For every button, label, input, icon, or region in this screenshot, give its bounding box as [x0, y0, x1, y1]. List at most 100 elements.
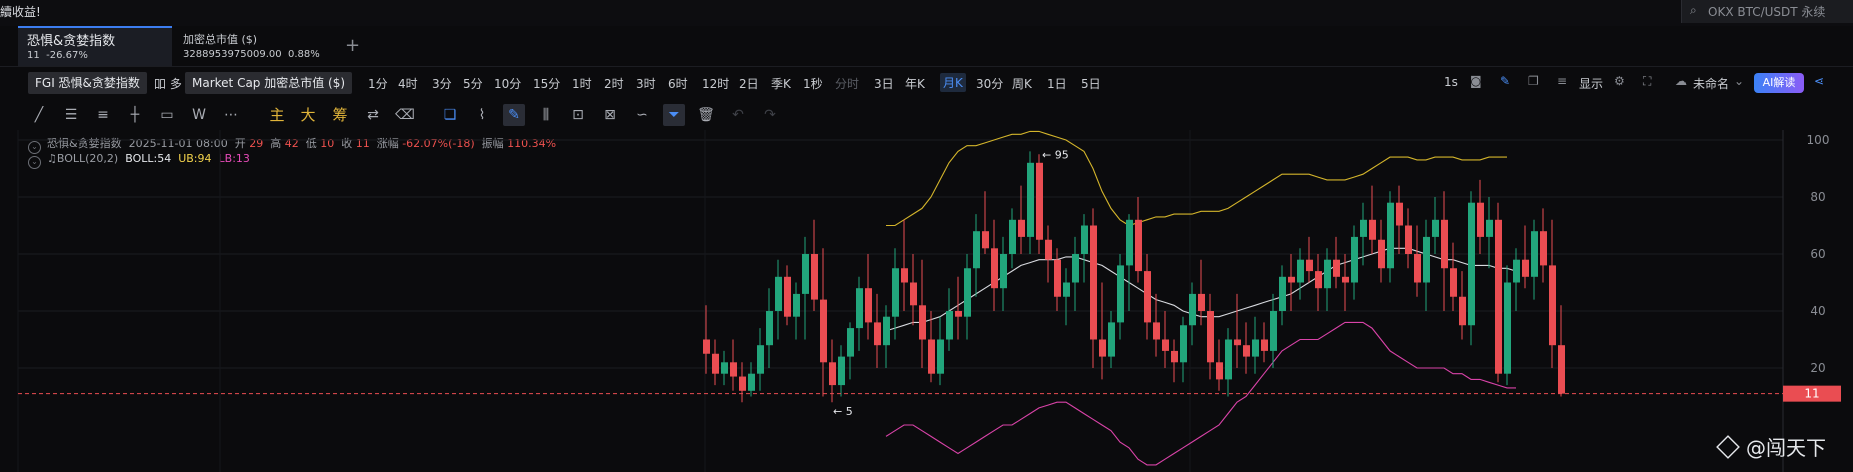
- line-tool-icon[interactable]: ╱: [28, 104, 50, 126]
- candle-body-93: [1540, 231, 1547, 266]
- candle-body-31: [982, 231, 989, 249]
- period-3[interactable]: 5分: [463, 75, 483, 92]
- interval-label[interactable]: 1s: [1444, 75, 1458, 89]
- candle-body-8: [775, 276, 782, 311]
- pen-icon[interactable]: ✎: [1500, 74, 1510, 88]
- tab-fgi[interactable]: 恐惧&贪婪指数 11 -26.67%: [18, 26, 172, 66]
- candle-body-9: [784, 276, 791, 317]
- period-18[interactable]: 30分: [976, 75, 1003, 92]
- period-4[interactable]: 10分: [494, 75, 521, 92]
- candle-body-65: [1288, 276, 1295, 283]
- period-8[interactable]: 3时: [636, 75, 656, 92]
- period-19[interactable]: 周K: [1012, 75, 1032, 92]
- period-6[interactable]: 1时: [572, 75, 592, 92]
- share-icon[interactable]: ⋖: [1814, 74, 1824, 88]
- y-tick-label-4: 40: [1810, 304, 1825, 318]
- eraser-icon[interactable]: ⌫: [394, 104, 416, 126]
- ai-button[interactable]: AI解读: [1754, 73, 1804, 93]
- period-7[interactable]: 2时: [604, 75, 624, 92]
- period-10[interactable]: 12时: [702, 75, 729, 92]
- rect-tool-icon[interactable]: ▭: [156, 104, 178, 126]
- wave-tool-icon[interactable]: W: [188, 104, 210, 126]
- candle-body-48: [1135, 219, 1142, 272]
- period-17[interactable]: 月K: [940, 73, 966, 92]
- magnet-icon[interactable]: ∽: [631, 104, 653, 126]
- cloud-icon: ☁: [1675, 74, 1687, 88]
- candle-body-32: [991, 248, 998, 289]
- candle-body-51: [1162, 339, 1169, 351]
- chip-button[interactable]: 筹: [329, 104, 351, 126]
- period-21[interactable]: 5日: [1081, 75, 1101, 92]
- candle-body-78: [1405, 225, 1412, 254]
- more-tools-icon[interactable]: ⋯: [220, 104, 242, 126]
- period-9[interactable]: 6时: [668, 75, 688, 92]
- tab-market-cap[interactable]: 加密总市值 ($) 3288953975009.00 0.88%: [174, 26, 328, 66]
- period-0[interactable]: 1分: [368, 75, 388, 92]
- camera-icon[interactable]: ◙: [1470, 74, 1482, 88]
- big-order-button[interactable]: 大: [297, 104, 319, 126]
- candle-body-44: [1099, 339, 1106, 357]
- tab-mc-name: 加密总市值 ($): [183, 33, 258, 46]
- candle-body-52: [1171, 350, 1178, 363]
- chevron-down-icon[interactable]: ⌄: [1734, 74, 1744, 88]
- candle-body-50: [1153, 322, 1160, 340]
- period-2[interactable]: 3分: [432, 75, 452, 92]
- candle-body-88: [1495, 219, 1502, 374]
- candle-body-49: [1144, 271, 1151, 323]
- candle-body-35: [1018, 219, 1025, 237]
- copy-icon[interactable]: ❏: [439, 104, 461, 126]
- candle-body-55: [1198, 293, 1205, 311]
- period-11[interactable]: 2日: [739, 75, 759, 92]
- channel-tool-icon[interactable]: ≡: [92, 104, 114, 126]
- candle-body-23: [910, 282, 917, 306]
- candle-body-63: [1270, 311, 1277, 351]
- candle-icon[interactable]: ⫼: [535, 104, 557, 126]
- period-15[interactable]: 3日: [874, 75, 894, 92]
- candle-body-71: [1342, 276, 1349, 283]
- candle-body-2: [721, 362, 728, 374]
- candle-body-41: [1072, 254, 1079, 283]
- candle-body-72: [1351, 236, 1358, 283]
- candle-body-5: [748, 373, 755, 391]
- candle-body-83: [1450, 268, 1457, 297]
- search-input[interactable]: ⌕ OKX BTC/USDT 永续: [1681, 0, 1853, 23]
- layout-name[interactable]: 未命名: [1693, 75, 1729, 92]
- candle-body-74: [1369, 219, 1376, 240]
- draw-mode-icon[interactable]: ✎: [503, 104, 525, 126]
- ruler-icon[interactable]: ⌇: [471, 104, 493, 126]
- fullscreen-icon[interactable]: ⛶: [1643, 74, 1651, 89]
- edit-icon[interactable]: ⊠: [599, 104, 621, 126]
- period-16[interactable]: 年K: [905, 75, 925, 92]
- compare-icon[interactable]: ⇄: [362, 104, 384, 126]
- high-annotation: ← 95: [1042, 148, 1069, 161]
- period-14[interactable]: 分时: [835, 75, 859, 92]
- candle-body-4: [739, 376, 746, 391]
- period-1[interactable]: 4时: [398, 75, 418, 92]
- hline-tool-icon[interactable]: ☰: [60, 104, 82, 126]
- add-tab-button[interactable]: +: [345, 35, 360, 56]
- redo-icon[interactable]: ↷: [759, 104, 781, 126]
- candle-body-3: [730, 362, 737, 377]
- candle-body-58: [1225, 339, 1232, 380]
- main-indicator-button[interactable]: 主: [266, 104, 288, 126]
- gear-icon[interactable]: ⚙: [1614, 74, 1625, 88]
- candle-body-53: [1180, 325, 1187, 363]
- candle-body-46: [1117, 265, 1124, 323]
- candlestick-chart[interactable]: 1201008060402011← 95← 5: [0, 130, 1853, 472]
- list-icon[interactable]: ≡: [1557, 74, 1567, 88]
- period-13[interactable]: 1秒: [803, 75, 823, 92]
- filter-icon[interactable]: ⏷: [663, 104, 685, 126]
- candle-body-39: [1054, 259, 1061, 297]
- candle-body-89: [1504, 282, 1511, 374]
- display-button[interactable]: 显示: [1579, 75, 1603, 92]
- undo-icon[interactable]: ↶: [727, 104, 749, 126]
- ray-tool-icon[interactable]: ┼: [124, 104, 146, 126]
- candle-body-82: [1441, 219, 1448, 269]
- candle-body-64: [1279, 276, 1286, 311]
- period-20[interactable]: 1日: [1047, 75, 1067, 92]
- trash-icon[interactable]: 🗑: [695, 104, 717, 126]
- lock-icon[interactable]: ⊡: [567, 104, 589, 126]
- window-icon[interactable]: ❐: [1528, 74, 1539, 88]
- period-5[interactable]: 15分: [533, 75, 560, 92]
- period-12[interactable]: 季K: [771, 75, 791, 92]
